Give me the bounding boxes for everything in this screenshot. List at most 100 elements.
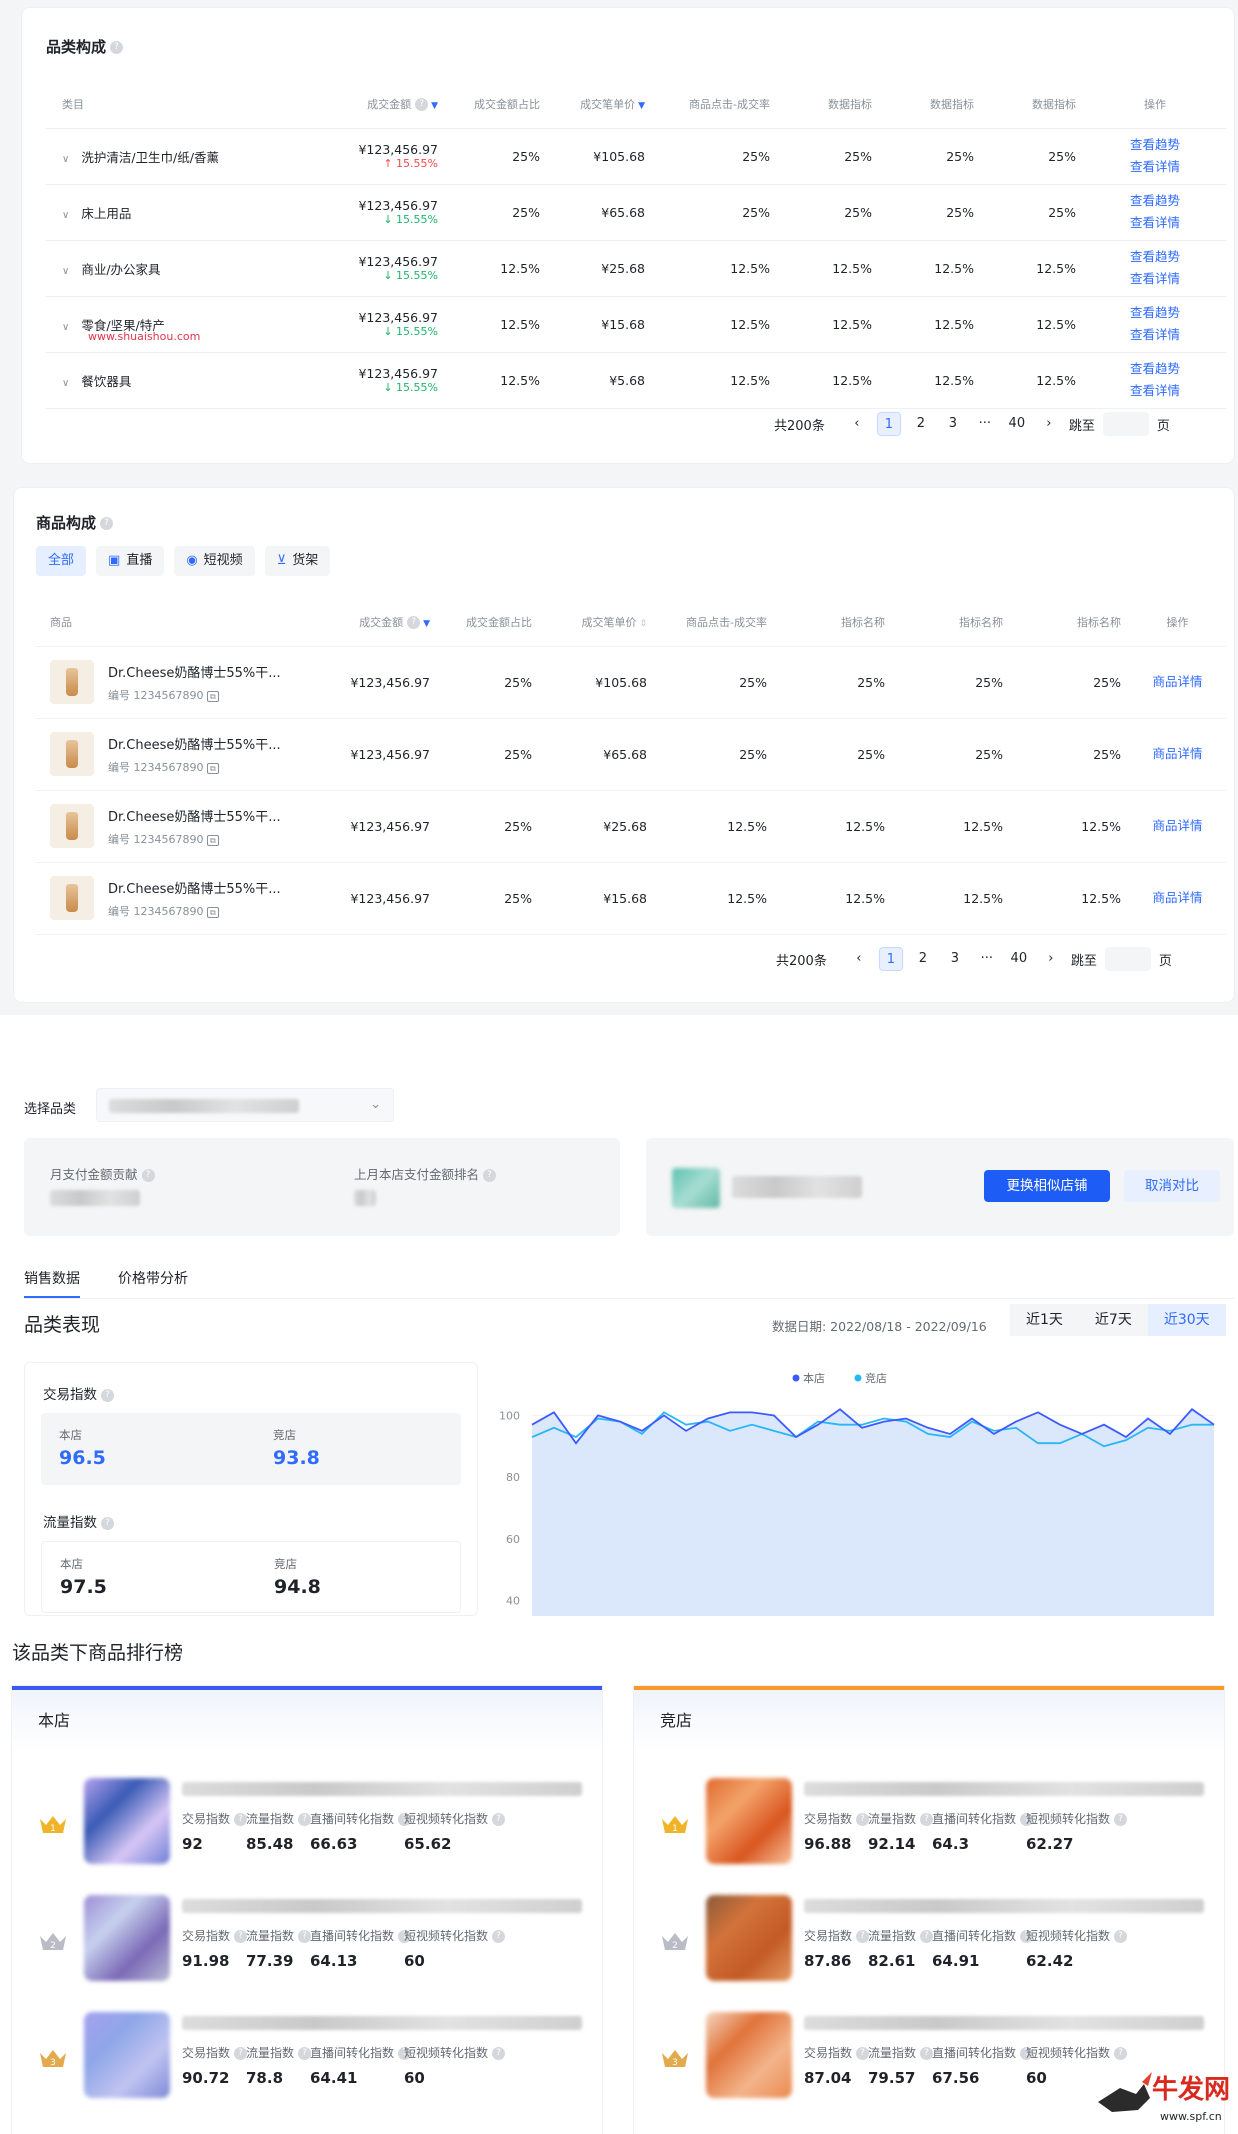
- copy-icon[interactable]: ⧉: [206, 690, 219, 702]
- view-trend-link[interactable]: 查看趋势: [1084, 246, 1226, 268]
- tab-price-band[interactable]: 价格带分析: [118, 1268, 188, 1288]
- range-7d[interactable]: 近7天: [1078, 1304, 1148, 1336]
- category-cell[interactable]: ∨ 商业/办公家具: [46, 240, 306, 297]
- page-3[interactable]: 3: [941, 412, 965, 436]
- view-trend-link[interactable]: 查看趋势: [1084, 358, 1226, 380]
- page-1[interactable]: 1: [876, 412, 901, 436]
- metric-cell: 25%: [880, 128, 982, 185]
- product-row: Dr.Cheese奶酪博士55%干... 编号 1234567890 ⧉ ¥123,…: [36, 718, 1226, 791]
- next-page-icon[interactable]: ›: [1039, 947, 1063, 971]
- swap-shop-button[interactable]: 更换相似店铺: [984, 1170, 1110, 1202]
- col-price[interactable]: 成交笔单价 ⇕: [540, 598, 655, 647]
- tab-all[interactable]: 全部: [36, 546, 87, 576]
- chevron-down-icon[interactable]: ∨: [62, 210, 69, 221]
- product-image-blurred[interactable]: [706, 1895, 792, 1981]
- range-30d[interactable]: 近30天: [1147, 1304, 1226, 1336]
- sort-icon[interactable]: ⇕: [639, 619, 647, 629]
- col-metric: 数据指标: [880, 80, 982, 129]
- product-image-blurred[interactable]: [706, 1778, 792, 1864]
- chevron-down-icon[interactable]: ∨: [62, 322, 69, 333]
- help-icon[interactable]: ?: [100, 517, 114, 530]
- ranking-item[interactable]: 1 交易指数? 92 流量指数? 85.48 直播间转化指数? 66.63 短视频转化指数? 6…: [12, 1766, 602, 1876]
- chevron-down-icon[interactable]: ∨: [62, 154, 69, 165]
- ranking-item[interactable]: 1 交易指数? 96.88 流量指数? 92.14 直播间转化指数? 64.3 短视频转化指数…: [634, 1766, 1224, 1876]
- metric-cell: 25%: [775, 718, 893, 791]
- sort-desc-icon[interactable]: ▼: [431, 101, 438, 111]
- trade-index-label: 交易指数?: [43, 1383, 114, 1403]
- sort-desc-icon[interactable]: ▼: [423, 619, 430, 629]
- product-image-blurred[interactable]: [706, 2012, 792, 2098]
- col-amount[interactable]: 成交金额? ▼: [306, 598, 438, 647]
- view-detail-link[interactable]: 查看详情: [1084, 156, 1226, 178]
- prev-page-icon[interactable]: ‹: [847, 947, 871, 971]
- change-value: ↓ 15.55%: [383, 269, 438, 282]
- tab-shelf[interactable]: ⊻ 货架: [264, 546, 331, 576]
- chevron-down-icon[interactable]: ∨: [62, 378, 69, 389]
- area-fill: [532, 1409, 1214, 1616]
- category-select[interactable]: ⌄: [96, 1088, 394, 1122]
- copy-icon[interactable]: ⧉: [206, 762, 219, 774]
- range-1d[interactable]: 近1天: [1010, 1304, 1079, 1336]
- chevron-down-icon[interactable]: ∨: [62, 266, 69, 277]
- metric-cell: 12.5%: [778, 296, 880, 353]
- page-40[interactable]: 40: [1005, 412, 1029, 436]
- prev-page-icon[interactable]: ‹: [845, 412, 869, 436]
- jump-input[interactable]: [1102, 412, 1149, 436]
- jump-input[interactable]: [1104, 947, 1151, 971]
- product-image-blurred[interactable]: [84, 1778, 170, 1864]
- product-image-blurred[interactable]: [84, 2012, 170, 2098]
- product-detail-link[interactable]: 商品详情: [1152, 890, 1202, 905]
- view-trend-link[interactable]: 查看趋势: [1084, 190, 1226, 212]
- view-detail-link[interactable]: 查看详情: [1084, 212, 1226, 234]
- view-detail-link[interactable]: 查看详情: [1084, 324, 1226, 346]
- product-image[interactable]: [50, 732, 94, 776]
- product-detail-link[interactable]: 商品详情: [1152, 818, 1202, 833]
- page-ellipsis[interactable]: ···: [973, 412, 997, 436]
- page-1[interactable]: 1: [878, 947, 903, 971]
- product-name[interactable]: Dr.Cheese奶酪博士55%干...: [108, 878, 281, 897]
- product-name[interactable]: Dr.Cheese奶酪博士55%干...: [108, 734, 281, 753]
- page-2[interactable]: 2: [911, 947, 935, 971]
- page-ellipsis[interactable]: ···: [975, 947, 999, 971]
- y-tick-label: 80: [506, 1471, 520, 1484]
- next-page-icon[interactable]: ›: [1037, 412, 1061, 436]
- product-detail-link[interactable]: 商品详情: [1152, 746, 1202, 761]
- ranking-item[interactable]: 2 交易指数? 91.98 流量指数? 77.39 直播间转化指数? 64.13 短视频转化指…: [12, 1883, 602, 1993]
- product-name[interactable]: Dr.Cheese奶酪博士55%干...: [108, 662, 281, 681]
- product-row: Dr.Cheese奶酪博士55%干... 编号 1234567890 ⧉ ¥123,…: [36, 646, 1226, 719]
- category-cell[interactable]: ∨ 餐饮器具: [46, 352, 306, 409]
- col-price[interactable]: 成交笔单价 ▼: [548, 80, 653, 129]
- site-logo: 牛发网 www.spf.cn: [1090, 2058, 1230, 2128]
- product-image[interactable]: [50, 804, 94, 848]
- view-trend-link[interactable]: 查看趋势: [1084, 134, 1226, 156]
- copy-icon[interactable]: ⧉: [206, 834, 219, 846]
- cancel-compare-button[interactable]: 取消对比: [1124, 1170, 1220, 1202]
- rank-stat: 短视频转化指数? 60: [404, 2044, 524, 2087]
- col-rate: 商品点击-成交率: [653, 80, 778, 129]
- product-image-blurred[interactable]: [84, 1895, 170, 1981]
- ranking-item[interactable]: 2 交易指数? 87.86 流量指数? 82.61 直播间转化指数? 64.91 短视频转化指…: [634, 1883, 1224, 1993]
- product-name[interactable]: Dr.Cheese奶酪博士55%干...: [108, 806, 281, 825]
- tab-sales-data[interactable]: 销售数据: [24, 1268, 80, 1299]
- product-detail-link[interactable]: 商品详情: [1152, 674, 1202, 689]
- share-cell: 25%: [446, 184, 548, 241]
- view-detail-link[interactable]: 查看详情: [1084, 268, 1226, 290]
- page-2[interactable]: 2: [909, 412, 933, 436]
- rank-value-blurred: [354, 1190, 376, 1206]
- view-trend-link[interactable]: 查看趋势: [1084, 302, 1226, 324]
- help-icon[interactable]: ?: [110, 41, 124, 54]
- category-cell[interactable]: ∨ 床上用品: [46, 184, 306, 241]
- ranking-item[interactable]: 3 交易指数? 90.72 流量指数? 78.8 直播间转化指数? 64.41 短视频转化指数…: [12, 2000, 602, 2110]
- page-40[interactable]: 40: [1007, 947, 1031, 971]
- sort-icon[interactable]: ▼: [638, 101, 645, 111]
- col-amount[interactable]: 成交金额? ▼: [306, 80, 446, 129]
- category-cell[interactable]: ∨ 零食/坚果/特产 www.shuaishou.com: [46, 296, 306, 353]
- product-image[interactable]: [50, 660, 94, 704]
- view-detail-link[interactable]: 查看详情: [1084, 380, 1226, 402]
- copy-icon[interactable]: ⧉: [206, 906, 219, 918]
- page-3[interactable]: 3: [943, 947, 967, 971]
- tab-live[interactable]: ▣ 直播: [96, 546, 165, 576]
- tab-short-video[interactable]: ◉ 短视频: [174, 546, 255, 576]
- product-image[interactable]: [50, 876, 94, 920]
- category-cell[interactable]: ∨ 洗护清洁/卫生巾/纸/香薰: [46, 128, 306, 185]
